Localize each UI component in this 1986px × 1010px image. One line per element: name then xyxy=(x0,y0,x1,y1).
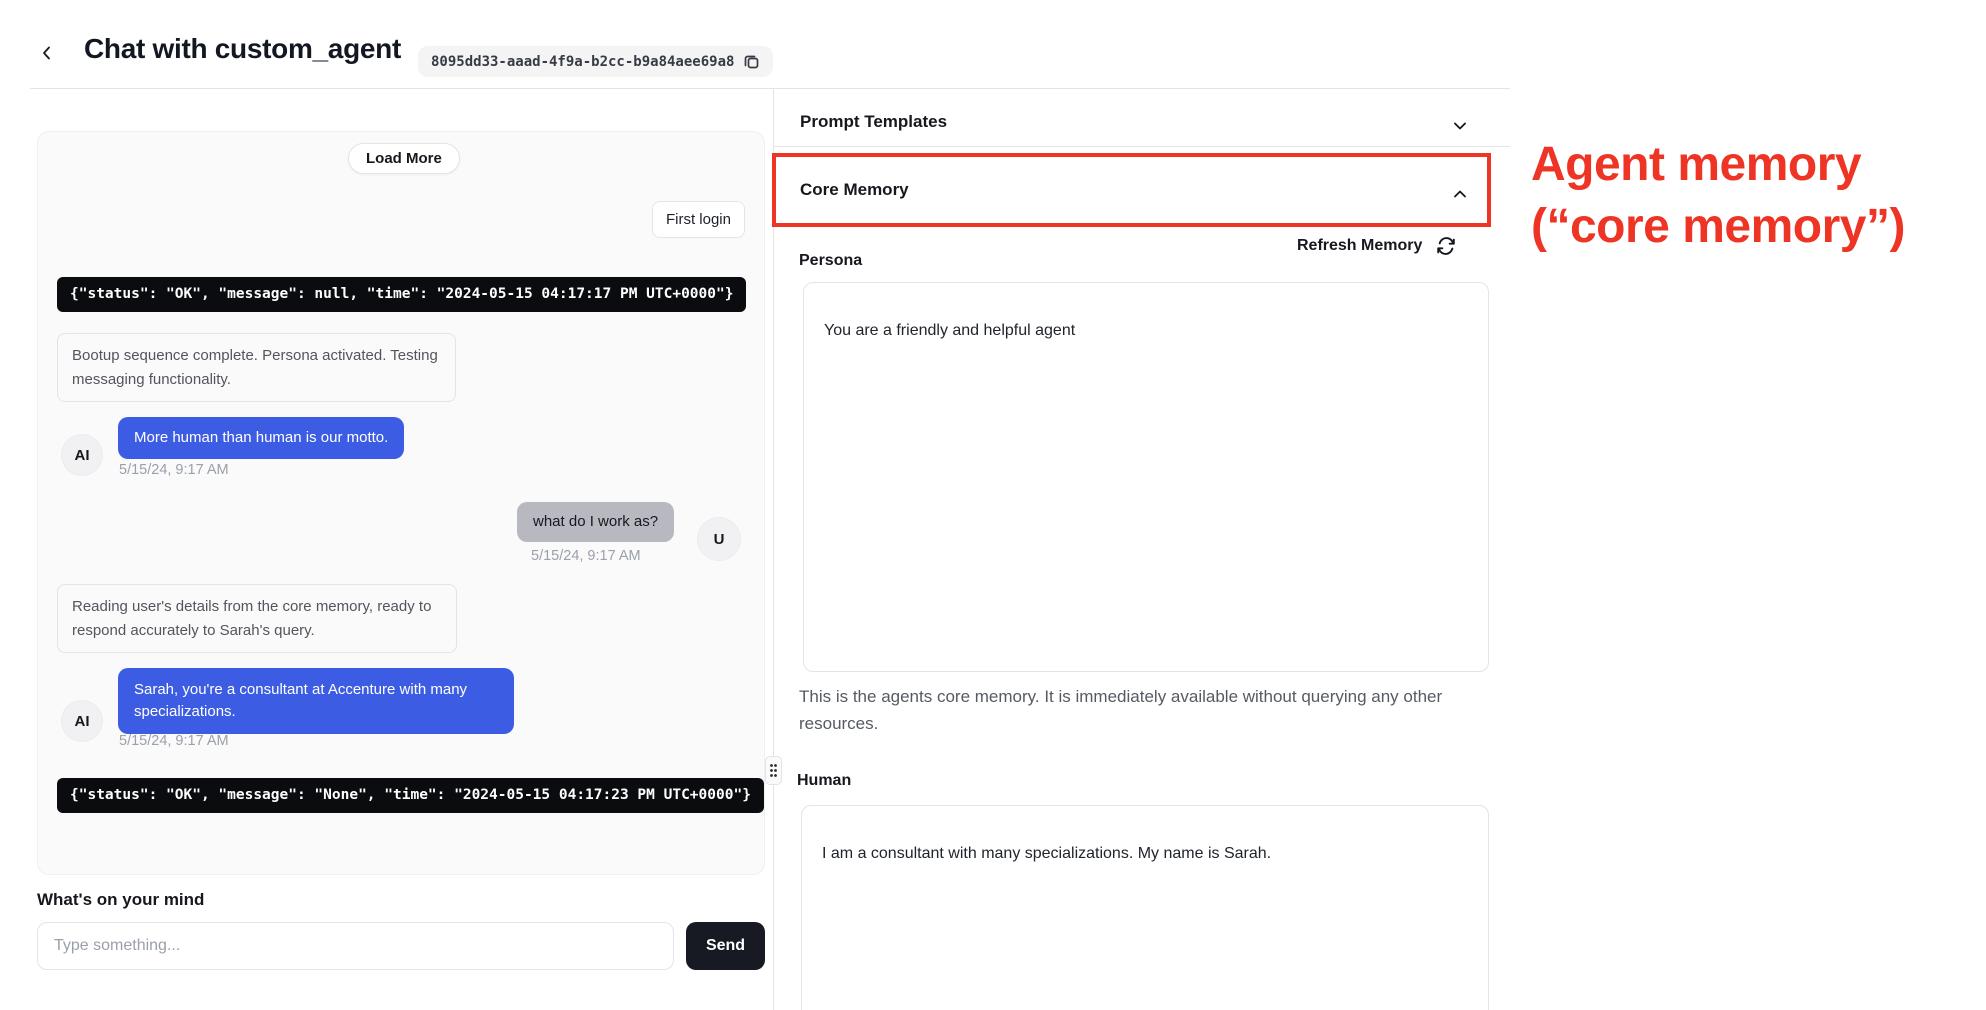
json-status-message: {"status": "OK", "message": null, "time"… xyxy=(57,277,746,312)
agent-id-badge: 8095dd33-aaad-4f9a-b2cc-b9a84aee69a8 xyxy=(418,46,773,77)
persona-label: Persona xyxy=(799,252,862,270)
message-timestamp: 5/15/24, 9:17 AM xyxy=(119,733,229,749)
json-status-message: {"status": "OK", "message": "None", "tim… xyxy=(57,778,764,813)
agent-id: 8095dd33-aaad-4f9a-b2cc-b9a84aee69a8 xyxy=(431,54,734,70)
message-timestamp: 5/15/24, 9:17 AM xyxy=(119,462,229,478)
human-label: Human xyxy=(797,772,851,790)
chevron-up-icon[interactable] xyxy=(1450,184,1470,204)
ai-message-bubble: Sarah, you're a consultant at Accenture … xyxy=(118,668,514,734)
human-textarea[interactable]: I am a consultant with many specializati… xyxy=(801,805,1489,1010)
message-timestamp: 5/15/24, 9:17 AM xyxy=(531,548,641,564)
chevron-left-icon xyxy=(39,45,55,61)
prompt-templates-header[interactable]: Prompt Templates xyxy=(800,112,947,132)
core-memory-description: This is the agents core memory. It is im… xyxy=(799,683,1469,737)
panel-resize-handle[interactable] xyxy=(765,756,782,785)
chevron-down-icon[interactable] xyxy=(1450,116,1470,136)
refresh-memory-button[interactable]: Refresh Memory xyxy=(1297,237,1422,255)
grip-dots-icon xyxy=(769,763,778,778)
ai-avatar: AI xyxy=(61,700,103,742)
refresh-icon[interactable] xyxy=(1433,233,1459,259)
annotation-text: Agent memory (“core memory”) xyxy=(1531,134,1905,258)
ai-avatar: AI xyxy=(61,434,103,476)
first-login-badge: First login xyxy=(652,201,745,238)
load-more-button[interactable]: Load More xyxy=(348,143,460,174)
send-button[interactable]: Send xyxy=(686,922,765,970)
message-input[interactable] xyxy=(37,922,674,970)
copy-icon[interactable] xyxy=(743,53,760,70)
header-divider xyxy=(30,88,1510,89)
annotation-line-2: (“core memory”) xyxy=(1531,196,1905,258)
persona-textarea[interactable]: You are a friendly and helpful agent xyxy=(803,282,1489,672)
panel-divider xyxy=(773,89,774,1010)
user-avatar: U xyxy=(697,517,741,561)
system-message: Reading user's details from the core mem… xyxy=(57,584,457,653)
section-divider xyxy=(774,146,1510,147)
user-message-bubble: what do I work as? xyxy=(517,502,674,542)
ai-message-bubble: More human than human is our motto. xyxy=(118,417,404,459)
composer-label: What's on your mind xyxy=(37,890,204,910)
annotation-line-1: Agent memory xyxy=(1531,134,1905,196)
core-memory-header[interactable]: Core Memory xyxy=(800,180,909,200)
chat-history-panel: Load More First login {"status": "OK", "… xyxy=(37,131,765,875)
back-button[interactable] xyxy=(34,40,60,66)
page-title: Chat with custom_agent xyxy=(84,33,401,65)
system-message: Bootup sequence complete. Persona activa… xyxy=(57,333,456,402)
chat-with-agent-page: Chat with custom_agent 8095dd33-aaad-4f9… xyxy=(0,0,1986,1010)
